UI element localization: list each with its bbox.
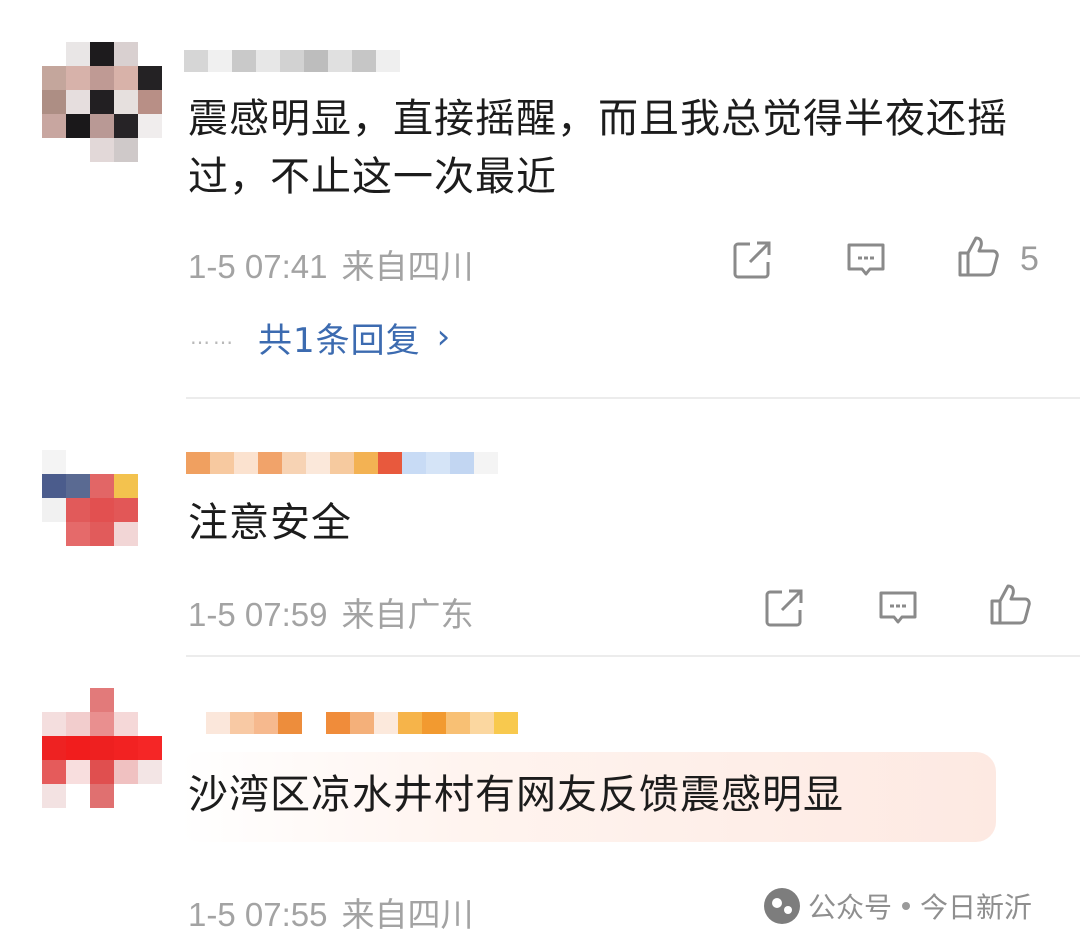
- username-blurred[interactable]: [186, 452, 498, 474]
- like-count: 5: [1020, 240, 1039, 278]
- thumbs-up-icon[interactable]: [988, 582, 1032, 626]
- comment-time: 1-5 07:59: [188, 596, 328, 633]
- comment-location: 来自四川: [341, 248, 474, 285]
- comment-time: 1-5 07:41: [188, 248, 328, 285]
- comment-meta: 1-5 07:55 来自四川: [188, 888, 473, 936]
- username-blurred[interactable]: [184, 50, 400, 72]
- avatar[interactable]: [42, 688, 162, 808]
- watermark-right: 今日新沂: [920, 891, 1033, 924]
- comment-text: 震感明显，直接摇醒，而且我总觉得半夜还摇过，不止这一次最近: [188, 96, 1008, 200]
- comment-location: 来自广东: [341, 596, 474, 633]
- comment-time: 1-5 07:55: [188, 896, 328, 933]
- comment-item: 震感明显，直接摇醒，而且我总觉得半夜还摇过，不止这一次最近 1-5 07:41 来…: [0, 0, 1080, 398]
- comment-location: 来自四川: [341, 896, 474, 933]
- view-replies-link[interactable]: …… 共1条回复 ›: [190, 314, 451, 361]
- replies-label: 共1条回复: [258, 320, 421, 361]
- wechat-icon: [764, 888, 800, 924]
- comment-text: 注意安全: [188, 500, 352, 546]
- share-icon[interactable]: [730, 238, 774, 282]
- comment-icon[interactable]: [876, 586, 920, 630]
- comment-icon[interactable]: [844, 238, 888, 282]
- separator-dot: [902, 902, 911, 910]
- watermark-left: 公众号: [808, 891, 893, 924]
- thumbs-up-icon[interactable]: [956, 234, 1000, 278]
- avatar[interactable]: [42, 450, 162, 570]
- comment-meta: 1-5 07:59 来自广东: [188, 588, 473, 636]
- avatar[interactable]: [42, 42, 162, 162]
- watermark: 公众号 今日新沂: [764, 884, 1032, 928]
- comment-list: 震感明显，直接摇醒，而且我总觉得半夜还摇过，不止这一次最近 1-5 07:41 来…: [0, 0, 1080, 948]
- replies-dots: ……: [190, 325, 236, 349]
- comment-meta: 1-5 07:41 来自四川: [188, 240, 473, 288]
- username-blurred[interactable]: [206, 712, 518, 734]
- comment-text: 沙湾区凉水井村有网友反馈震感明显: [188, 772, 844, 818]
- share-icon[interactable]: [762, 586, 806, 630]
- comment-item: 注意安全 1-5 07:59 来自广东: [0, 398, 1080, 656]
- chevron-right-icon: ›: [436, 317, 451, 357]
